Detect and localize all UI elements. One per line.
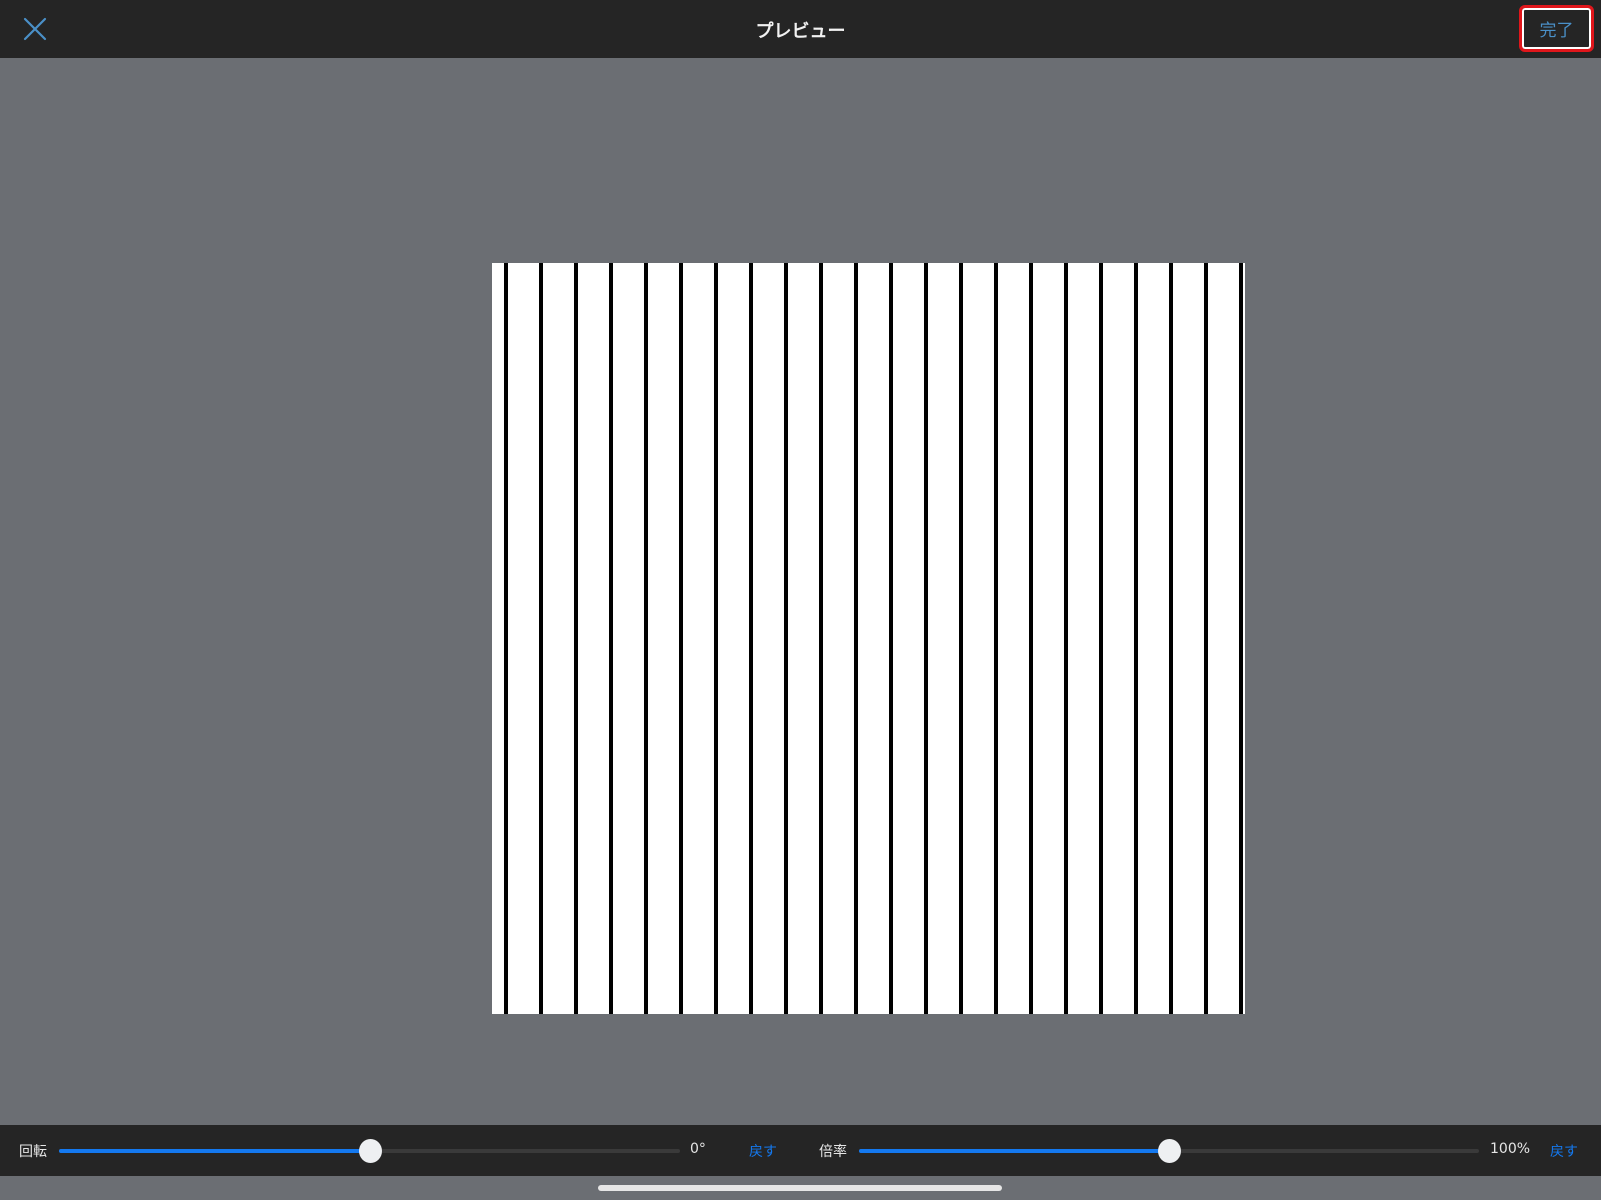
rotation-label: 回転: [19, 1144, 47, 1160]
done-button[interactable]: 完了: [1519, 5, 1594, 52]
home-indicator: [598, 1185, 1002, 1191]
stripe-line: [1064, 263, 1068, 1014]
stripe-line: [1169, 263, 1173, 1014]
stripe-line: [784, 263, 788, 1014]
stripe-line: [574, 263, 578, 1014]
page-title: プレビュー: [755, 21, 846, 42]
rotation-reset-button[interactable]: 戻す: [749, 1141, 777, 1161]
stripe-line: [1029, 263, 1033, 1014]
scale-slider-thumb[interactable]: [1158, 1139, 1181, 1163]
stripe-line: [1239, 263, 1243, 1014]
rotation-slider[interactable]: [59, 1139, 680, 1163]
rotation-slider-thumb[interactable]: [358, 1139, 382, 1163]
stripe-line: [889, 263, 893, 1014]
stripe-line: [924, 263, 928, 1014]
stripe-line: [854, 263, 858, 1014]
stripe-line: [679, 263, 683, 1014]
stripe-line: [959, 263, 963, 1014]
scale-label: 倍率: [819, 1144, 847, 1160]
stripe-line: [1099, 263, 1103, 1014]
stripe-line: [749, 263, 753, 1014]
stripe-line: [994, 263, 998, 1014]
stripe-line: [1134, 263, 1138, 1014]
bottom-toolbar: 回転 0° 戻す 倍率 100% 戻す: [0, 1125, 1601, 1176]
stripe-line: [539, 263, 543, 1014]
scale-reset-button[interactable]: 戻す: [1550, 1141, 1578, 1161]
rotation-slider-fill: [59, 1149, 370, 1153]
scale-value: 100%: [1490, 1141, 1531, 1157]
stripe-line: [504, 263, 508, 1014]
stripe-line: [714, 263, 718, 1014]
preview-image: [492, 263, 1245, 1014]
top-bar: プレビュー 完了: [0, 0, 1601, 58]
stripe-line: [1204, 263, 1208, 1014]
scale-slider[interactable]: [859, 1139, 1479, 1163]
scale-slider-fill: [859, 1149, 1169, 1153]
stripe-line: [644, 263, 648, 1014]
stripe-line: [609, 263, 613, 1014]
stripe-line: [819, 263, 823, 1014]
rotation-value: 0°: [690, 1141, 706, 1157]
